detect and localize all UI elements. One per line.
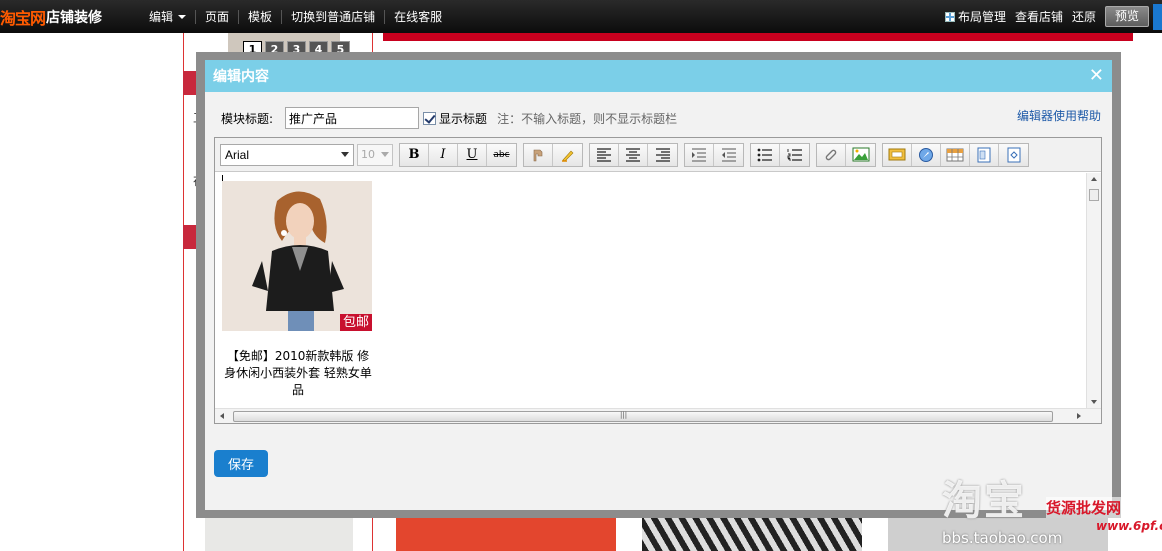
format-group: B I U abc [399,142,517,167]
show-title-checkbox[interactable] [423,111,437,125]
dialog-header[interactable]: 编辑内容 ✕ [205,60,1112,92]
module-title-row: 模块标题: 显示标题 注：不输入标题，则不显示标题栏 编辑器使用帮助 [221,107,1101,129]
module-title-input[interactable] [285,107,420,129]
watermark-logo: 淘宝 [942,478,1026,524]
editor-help-link[interactable]: 编辑器使用帮助 [1017,107,1101,124]
watermark-url: bbs.taobao.com [942,529,1063,547]
font-size-value: 10 [361,148,375,161]
scroll-right-icon[interactable] [1077,413,1081,419]
scroll-thumb[interactable] [1089,189,1099,201]
watermark-red-text: 货源批发网 [1046,497,1122,518]
indent-icon[interactable] [685,143,714,166]
layout-manage-link[interactable]: 布局管理 [944,8,1006,25]
scroll-down-icon[interactable] [1091,400,1097,404]
layout-manage-label: 布局管理 [957,10,1006,24]
close-icon[interactable]: ✕ [1089,67,1104,85]
menu-page[interactable]: 页面 [195,9,238,24]
show-title-label[interactable]: 显示标题 [439,110,487,127]
product-photo [222,181,372,331]
save-button[interactable]: 保存 [214,450,268,477]
chevron-down-icon [178,15,187,19]
free-shipping-badge: 包邮 [339,314,372,331]
scroll-left-icon[interactable] [220,413,224,419]
clear-format-icon[interactable] [524,143,553,166]
logo-brand: 淘宝网 [0,8,46,28]
align-group [589,142,678,167]
font-size-select[interactable]: 10 [357,143,393,166]
watermark: 淘宝 货源批发网 bbs.taobao.com www.6pf.cn [942,468,1162,551]
flash-icon[interactable] [883,143,912,166]
code-icon[interactable] [999,143,1028,166]
top-bar: 淘宝网 店铺装修 编辑 页面 模板 切换到普通店铺 在线客服 布局管理 查看店铺… [0,0,1162,33]
layout-icon [944,11,955,22]
main-menu: 编辑 页面 模板 切换到普通店铺 在线客服 [146,0,451,33]
table-icon[interactable] [941,143,970,166]
watermark-url-secondary: www.6pf.cn [1096,519,1162,533]
page-icon[interactable] [970,143,999,166]
logo-subtitle: 店铺装修 [46,9,103,26]
bullet-list-icon[interactable] [751,143,780,166]
menu-template[interactable]: 模板 [238,9,281,24]
clear-group [523,142,583,167]
menu-edit-label: 编辑 [149,9,174,24]
align-left-icon[interactable] [590,143,619,166]
title-note: 注：不输入标题，则不显示标题栏 [497,111,678,126]
italic-icon[interactable]: I [429,143,458,166]
bold-icon[interactable]: B [400,143,429,166]
grip-icon: ||| [620,411,628,419]
highlight-icon[interactable] [553,143,582,166]
font-family-select[interactable]: Arial [220,143,354,166]
media-group [882,142,1029,167]
link-icon[interactable] [817,143,846,166]
blue-edge-tab [1153,3,1162,30]
preview-button[interactable]: 预览 [1104,6,1149,27]
view-shop-link[interactable]: 查看店铺 [1015,8,1063,25]
indent-group [684,142,744,167]
outdent-icon[interactable] [714,143,743,166]
top-right-actions: 布局管理 查看店铺 还原 预览 [944,0,1162,33]
bg-red-header-bar [383,33,1133,41]
menu-edit[interactable]: 编辑 [146,10,195,24]
menu-online-service[interactable]: 在线客服 [384,9,451,24]
numbered-list-icon[interactable] [780,143,809,166]
editor-content-area[interactable]: 包邮 【免邮】2010新款韩版 修身休闲小西装外套 轻熟女单品 [215,173,1086,408]
horizontal-scrollbar[interactable]: ||| [215,408,1101,423]
align-center-icon[interactable] [619,143,648,166]
vertical-scrollbar[interactable] [1086,173,1101,408]
rich-text-editor: Arial 10 B I U abc 包邮 【免邮】2010新款韩版 修身休闲小… [214,137,1102,424]
module-title-label: 模块标题: [221,111,274,126]
scroll-thumb[interactable] [233,411,1053,422]
compass-icon[interactable] [912,143,941,166]
chevron-down-icon [381,152,389,157]
editor-toolbar: Arial 10 B I U abc [215,138,1101,172]
dialog-title: 编辑内容 [213,69,269,85]
restore-link[interactable]: 还原 [1072,8,1096,25]
edit-content-dialog: 编辑内容 ✕ 模块标题: 显示标题 注：不输入标题，则不显示标题栏 编辑器使用帮… [205,60,1112,510]
font-family-value: Arial [225,147,250,162]
list-group [750,142,810,167]
underline-icon[interactable]: U [458,143,487,166]
insert-group [816,142,876,167]
scroll-up-icon[interactable] [1091,177,1097,181]
strikethrough-icon[interactable]: abc [487,143,516,166]
product-caption: 【免邮】2010新款韩版 修身休闲小西装外套 轻熟女单品 [224,349,372,397]
product-image[interactable]: 包邮 [222,181,372,331]
menu-switch-shop[interactable]: 切换到普通店铺 [281,9,384,24]
image-icon[interactable] [846,143,875,166]
align-right-icon[interactable] [648,143,677,166]
logo[interactable]: 淘宝网 店铺装修 [0,0,102,33]
chevron-down-icon [341,152,349,157]
